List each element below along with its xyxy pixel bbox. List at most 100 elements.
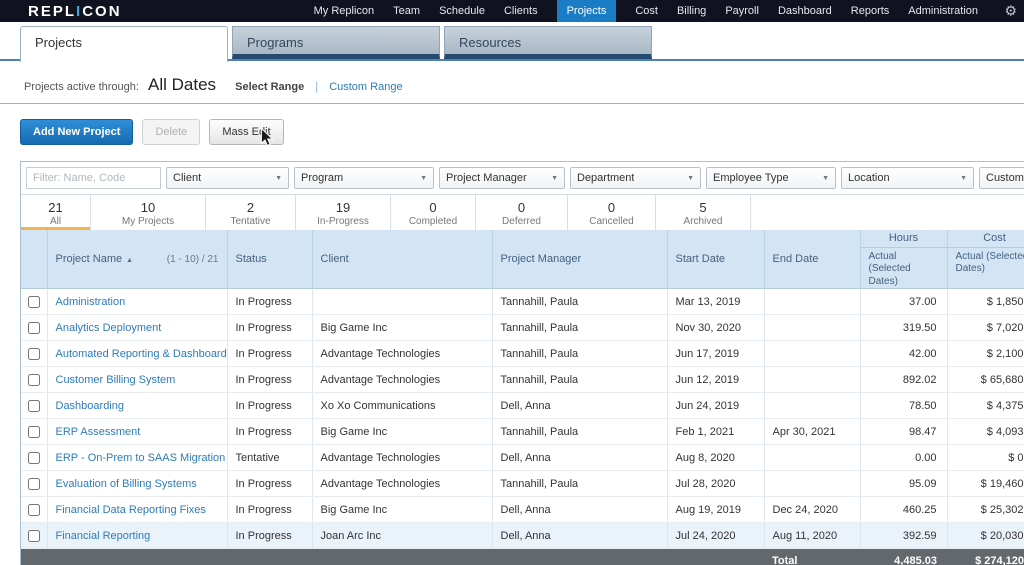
end-date-cell: Dec 24, 2020 — [764, 497, 860, 523]
project-manager-filter-dropdown[interactable]: Project Manager ▼ — [439, 167, 565, 189]
status-cell: In Progress — [227, 341, 312, 367]
end-date-cell — [764, 289, 860, 315]
row-checkbox[interactable] — [28, 452, 40, 464]
nav-item-reports[interactable]: Reports — [851, 0, 890, 22]
row-checkbox[interactable] — [28, 322, 40, 334]
project-name-cell: ERP - On-Prem to SAAS Migration — [47, 445, 227, 471]
client-filter-dropdown[interactable]: Client ▼ — [166, 167, 289, 189]
employee-type-filter-dropdown[interactable]: Employee Type ▼ — [706, 167, 836, 189]
select-range-link[interactable]: Select Range — [235, 81, 304, 93]
chevron-down-icon: ▼ — [960, 175, 967, 182]
logo-text: REPL — [28, 3, 76, 20]
tab-projects[interactable]: Projects — [20, 26, 228, 62]
manager-cell: Tannahill, Paula — [492, 367, 667, 393]
start-date-cell: Mar 13, 2019 — [667, 289, 764, 315]
status-filter-cancelled[interactable]: 0 Cancelled — [568, 195, 656, 230]
nav-item-payroll[interactable]: Payroll — [725, 0, 759, 22]
status-filter-my-projects[interactable]: 10 My Projects — [91, 195, 206, 230]
nav-item-my-replicon[interactable]: My Replicon — [314, 0, 375, 22]
name-code-filter-input[interactable] — [26, 167, 161, 189]
project-link[interactable]: ERP Assessment — [56, 426, 141, 438]
status-filter-in-progress[interactable]: 19 In-Progress — [296, 195, 391, 230]
custom-range-link[interactable]: Custom Range — [329, 81, 402, 93]
start-date-cell: Jul 24, 2020 — [667, 523, 764, 549]
status-cell: In Progress — [227, 367, 312, 393]
nav-item-clients[interactable]: Clients — [504, 0, 538, 22]
nav-item-billing[interactable]: Billing — [677, 0, 706, 22]
col-header-project-name[interactable]: Project Name▲ (1 - 10) / 21 — [47, 230, 227, 289]
project-link[interactable]: ERP - On-Prem to SAAS Migration — [56, 452, 226, 464]
col-subheader-hours-actual: Actual (Selected Dates) — [860, 247, 947, 289]
custom-fields-filter-dropdown[interactable]: Custom fi ▼ — [979, 167, 1024, 189]
count-value: 21 — [48, 201, 62, 214]
col-header-end-date[interactable]: End Date — [764, 230, 860, 289]
tab-programs[interactable]: Programs — [232, 26, 440, 59]
hours-cell: 95.09 — [860, 471, 947, 497]
delete-button[interactable]: Delete — [142, 119, 200, 145]
project-link[interactable]: Customer Billing System — [56, 374, 176, 386]
checkbox-cell — [21, 497, 47, 523]
gear-icon[interactable]: ⚙ — [1004, 3, 1017, 20]
cost-cell: $ 0 — [947, 445, 1024, 471]
project-link[interactable]: Administration — [56, 296, 126, 308]
nav-item-schedule[interactable]: Schedule — [439, 0, 485, 22]
project-link[interactable]: Financial Reporting — [56, 530, 151, 542]
project-link[interactable]: Financial Data Reporting Fixes — [56, 504, 206, 516]
project-link[interactable]: Automated Reporting & Dashboards — [56, 348, 228, 360]
nav-item-cost[interactable]: Cost — [635, 0, 658, 22]
nav-item-dashboard[interactable]: Dashboard — [778, 0, 832, 22]
table-row: Financial Data Reporting Fixes In Progre… — [21, 497, 1024, 523]
project-name-cell: Automated Reporting & Dashboards — [47, 341, 227, 367]
start-date-cell: Aug 8, 2020 — [667, 445, 764, 471]
add-new-project-button[interactable]: Add New Project — [20, 119, 133, 145]
projects-panel: Client ▼ Program ▼ Project Manager ▼ Dep… — [20, 161, 1024, 565]
row-checkbox[interactable] — [28, 374, 40, 386]
nav-item-projects[interactable]: Projects — [557, 0, 617, 22]
project-link[interactable]: Evaluation of Billing Systems — [56, 478, 197, 490]
row-checkbox[interactable] — [28, 504, 40, 516]
row-checkbox[interactable] — [28, 426, 40, 438]
row-checkbox[interactable] — [28, 478, 40, 490]
count-label: Cancelled — [589, 217, 633, 227]
status-filter-archived[interactable]: 5 Archived — [656, 195, 751, 230]
row-checkbox[interactable] — [28, 348, 40, 360]
nav-item-team[interactable]: Team — [393, 0, 420, 22]
count-value: 10 — [141, 201, 155, 214]
replicon-logo: REPLICON — [28, 3, 122, 20]
total-cost: $ 274,120 — [947, 549, 1024, 565]
client-cell: Advantage Technologies — [312, 341, 492, 367]
row-checkbox[interactable] — [28, 296, 40, 308]
end-date-cell — [764, 393, 860, 419]
row-checkbox[interactable] — [28, 400, 40, 412]
count-label: All — [50, 217, 61, 227]
col-header-client[interactable]: Client — [312, 230, 492, 289]
nav-item-administration[interactable]: Administration — [908, 0, 978, 22]
project-link[interactable]: Analytics Deployment — [56, 322, 162, 334]
row-checkbox[interactable] — [28, 530, 40, 542]
col-header-project-manager[interactable]: Project Manager — [492, 230, 667, 289]
pagination-indicator: (1 - 10) / 21 — [167, 254, 219, 265]
project-link[interactable]: Dashboarding — [56, 400, 125, 412]
location-filter-dropdown[interactable]: Location ▼ — [841, 167, 974, 189]
client-cell: Big Game Inc — [312, 497, 492, 523]
status-filter-deferred[interactable]: 0 Deferred — [476, 195, 568, 230]
status-filter-tentative[interactable]: 2 Tentative — [206, 195, 296, 230]
hours-cell: 42.00 — [860, 341, 947, 367]
tab-bar: Projects Programs Resources — [0, 22, 1024, 61]
col-subheader-cost-actual: Actual (Selected Dates) — [947, 247, 1024, 289]
department-filter-dropdown[interactable]: Department ▼ — [570, 167, 701, 189]
col-header-status[interactable]: Status — [227, 230, 312, 289]
status-filter-completed[interactable]: 0 Completed — [391, 195, 476, 230]
table-row: Evaluation of Billing Systems In Progres… — [21, 471, 1024, 497]
project-name-cell: Dashboarding — [47, 393, 227, 419]
status-filter-all[interactable]: 21 All — [21, 195, 91, 230]
project-name-header-label: Project Name▲ — [56, 253, 134, 265]
cost-cell: $ 2,100 — [947, 341, 1024, 367]
col-header-start-date[interactable]: Start Date — [667, 230, 764, 289]
manager-cell: Tannahill, Paula — [492, 419, 667, 445]
col-header-checkbox — [21, 230, 47, 289]
hours-cell: 319.50 — [860, 315, 947, 341]
chevron-down-icon: ▼ — [420, 175, 427, 182]
tab-resources[interactable]: Resources — [444, 26, 652, 59]
program-filter-dropdown[interactable]: Program ▼ — [294, 167, 434, 189]
